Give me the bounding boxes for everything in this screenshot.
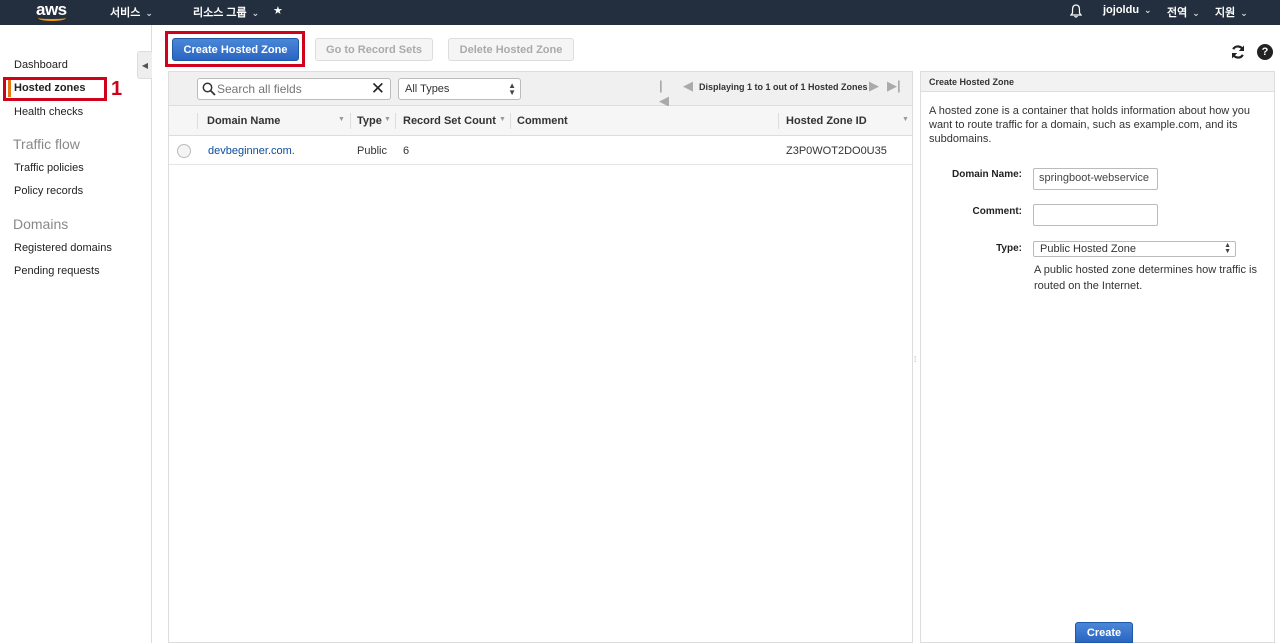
sidebar-section-domains: Domains bbox=[13, 216, 69, 232]
next-page-icon[interactable]: ▶ bbox=[869, 78, 879, 94]
comment-label: Comment: bbox=[972, 206, 1022, 217]
panel-description: A hosted zone is a container that holds … bbox=[929, 105, 1251, 145]
sidebar-collapse-toggle[interactable]: ◀ bbox=[137, 51, 152, 79]
column-header-record-set-count[interactable]: Record Set Count bbox=[403, 115, 496, 127]
create-button[interactable]: Create bbox=[1075, 622, 1133, 643]
annotation-box-1 bbox=[3, 77, 107, 101]
region-label: 전역 bbox=[1167, 7, 1188, 19]
zone-type-help: A public hosted zone determines how traf… bbox=[1034, 264, 1257, 292]
sort-arrow-icon[interactable]: ▼ bbox=[902, 116, 909, 123]
column-divider bbox=[778, 113, 779, 129]
sidebar-item-policy-records[interactable]: Policy records bbox=[14, 185, 83, 197]
chevron-down-icon: ⌄ bbox=[251, 8, 260, 18]
top-nav: aws 서비스 ⌄ 리소스 그룹 ⌄ ★ jojoldu ⌄ 전역 ⌄ 지원 ⌄ bbox=[0, 0, 1280, 25]
sidebar: Dashboard Hosted zones Health checks Tra… bbox=[0, 25, 152, 643]
support-label: 지원 bbox=[1215, 7, 1236, 19]
zone-type: Public bbox=[357, 145, 387, 157]
sidebar-item-health-checks[interactable]: Health checks bbox=[14, 106, 83, 118]
column-header-domain-name[interactable]: Domain Name bbox=[207, 115, 280, 127]
pin-icon[interactable]: ★ bbox=[273, 4, 283, 17]
column-header-type[interactable]: Type bbox=[357, 115, 382, 127]
type-label: Type: bbox=[996, 243, 1022, 254]
domain-name-input[interactable]: springboot-webservice bbox=[1033, 168, 1158, 190]
domain-name-label: Domain Name: bbox=[951, 169, 1022, 180]
zone-type-value: Public Hosted Zone bbox=[1040, 243, 1136, 255]
services-label: 서비스 bbox=[110, 7, 141, 19]
region-menu[interactable]: 전역 ⌄ bbox=[1167, 4, 1200, 20]
table-header-row: Domain Name ▼ Type ▼ Record Set Count ▼ … bbox=[169, 106, 912, 136]
user-menu[interactable]: jojoldu ⌄ bbox=[1103, 4, 1152, 16]
panel-splitter-handle[interactable]: ⁞ bbox=[914, 355, 916, 364]
select-arrows-icon: ▲ ▼ bbox=[508, 81, 516, 97]
last-page-icon[interactable]: ▶| bbox=[887, 78, 901, 94]
help-icon[interactable]: ? bbox=[1257, 44, 1273, 60]
services-menu[interactable]: 서비스 ⌄ bbox=[110, 4, 153, 20]
hosted-zone-id: Z3P0WOT2DO0U35 bbox=[786, 145, 887, 157]
chevron-down-icon: ⌄ bbox=[1144, 5, 1152, 15]
filter-bar: ✕ All Types ▲▼ |◀ ◀ Displaying 1 to 1 ou… bbox=[169, 72, 912, 109]
row-select-radio[interactable] bbox=[177, 144, 191, 158]
search-icon bbox=[202, 82, 216, 96]
sidebar-section-traffic-flow: Traffic flow bbox=[13, 136, 80, 152]
column-divider bbox=[510, 113, 511, 129]
create-hosted-zone-panel: Create Hosted Zone A hosted zone is a co… bbox=[920, 71, 1275, 643]
support-menu[interactable]: 지원 ⌄ bbox=[1215, 4, 1248, 20]
table-row[interactable]: devbeginner.com. Public 6 Z3P0WOT2DO0U35 bbox=[169, 137, 912, 165]
domain-name-link[interactable]: devbeginner.com. bbox=[208, 145, 295, 157]
resource-groups-label: 리소스 그룹 bbox=[193, 7, 247, 19]
refresh-icon[interactable] bbox=[1230, 44, 1246, 60]
sort-arrow-icon[interactable]: ▼ bbox=[499, 116, 506, 123]
search-input[interactable] bbox=[217, 81, 367, 97]
sidebar-item-traffic-policies[interactable]: Traffic policies bbox=[14, 162, 84, 174]
record-set-count: 6 bbox=[403, 145, 410, 157]
comment-input[interactable] bbox=[1033, 204, 1158, 226]
aws-logo-smile-icon bbox=[38, 15, 66, 21]
pagination-text: Displaying 1 to 1 out of 1 Hosted Zones bbox=[699, 82, 868, 92]
delete-hosted-zone-button[interactable]: Delete Hosted Zone bbox=[448, 38, 574, 61]
hosted-zones-table-panel: ✕ All Types ▲▼ |◀ ◀ Displaying 1 to 1 ou… bbox=[168, 71, 913, 643]
column-header-comment[interactable]: Comment bbox=[517, 115, 568, 127]
search-box[interactable]: ✕ bbox=[197, 78, 391, 100]
chevron-down-icon: ⌄ bbox=[1192, 8, 1200, 18]
select-arrows-icon: ▲ ▼ bbox=[1224, 242, 1231, 255]
sort-arrow-icon[interactable]: ▼ bbox=[338, 116, 345, 123]
column-divider bbox=[395, 113, 396, 129]
zone-type-select[interactable]: Public Hosted Zone ▲ ▼ bbox=[1033, 241, 1236, 257]
bell-icon[interactable] bbox=[1068, 3, 1084, 19]
sidebar-item-pending-requests[interactable]: Pending requests bbox=[14, 265, 100, 277]
type-filter-value: All Types bbox=[405, 83, 450, 95]
chevron-down-icon: ⌄ bbox=[145, 8, 153, 18]
prev-page-icon[interactable]: ◀ bbox=[683, 78, 693, 94]
chevron-down-icon: ⌄ bbox=[1240, 8, 1248, 18]
resource-groups-menu[interactable]: 리소스 그룹 ⌄ bbox=[193, 4, 259, 20]
go-to-record-sets-button[interactable]: Go to Record Sets bbox=[315, 38, 433, 61]
user-label: jojoldu bbox=[1103, 4, 1140, 16]
panel-title: Create Hosted Zone bbox=[921, 72, 1274, 92]
clear-search-icon[interactable]: ✕ bbox=[371, 79, 385, 99]
create-hosted-zone-button[interactable]: Create Hosted Zone bbox=[172, 38, 299, 61]
column-header-hosted-zone-id[interactable]: Hosted Zone ID bbox=[786, 115, 867, 127]
type-filter-select[interactable]: All Types ▲ ▼ bbox=[398, 78, 521, 100]
column-divider bbox=[350, 113, 351, 129]
annotation-number-1: 1 bbox=[111, 78, 123, 100]
column-divider bbox=[197, 113, 198, 129]
sidebar-item-dashboard[interactable]: Dashboard bbox=[14, 59, 68, 71]
sidebar-item-registered-domains[interactable]: Registered domains bbox=[14, 242, 112, 254]
first-page-icon[interactable]: |◀ bbox=[659, 78, 669, 109]
sort-arrow-icon[interactable]: ▼ bbox=[384, 116, 391, 123]
